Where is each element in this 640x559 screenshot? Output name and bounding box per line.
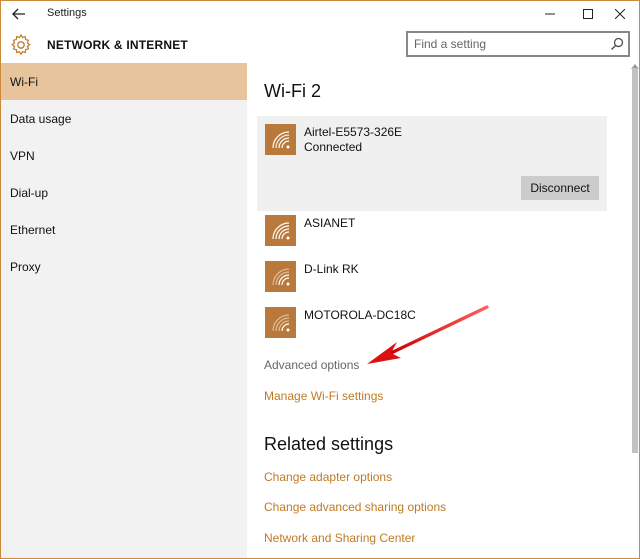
maximize-icon	[583, 9, 593, 19]
section-title: Wi-Fi 2	[264, 81, 321, 101]
wifi-signal-icon	[265, 261, 296, 292]
wifi-signal-icon	[265, 124, 296, 155]
network-sharing-center-link[interactable]: Network and Sharing Center	[264, 531, 415, 545]
sidebar-item-label: Data usage	[10, 111, 72, 126]
search-input[interactable]	[408, 37, 600, 51]
network-name: ASIANET	[304, 216, 356, 230]
minimize-icon	[545, 13, 555, 15]
network-item-asianet[interactable]: ASIANET	[265, 215, 355, 246]
close-button[interactable]	[605, 3, 635, 25]
sidebar-item-label: Wi-Fi	[10, 74, 38, 89]
sidebar-item-wifi[interactable]: Wi-Fi	[1, 63, 247, 100]
scrollbar[interactable]	[629, 63, 639, 558]
network-item-d-link[interactable]: D-Link RK	[265, 261, 359, 292]
sidebar-item-dial-up[interactable]: Dial-up	[1, 174, 247, 211]
network-name: Airtel-E5573-326E	[304, 125, 403, 139]
sidebar-item-data-usage[interactable]: Data usage	[1, 100, 247, 137]
title-bar: Settings	[1, 1, 639, 27]
page-title: NETWORK & INTERNET	[47, 38, 188, 52]
settings-window: Settings NETWORK & INTERNET Find a setti…	[0, 0, 640, 559]
disconnect-button[interactable]: Disconnect	[521, 176, 599, 200]
change-adapter-options-link[interactable]: Change adapter options	[264, 470, 392, 484]
maximize-button[interactable]	[573, 3, 603, 25]
wifi-signal-icon	[265, 215, 296, 246]
gear-icon	[11, 34, 31, 56]
annotation-arrow-icon	[367, 305, 489, 364]
sidebar-item-label: Ethernet	[10, 222, 56, 237]
network-status: Connected	[304, 140, 363, 154]
advanced-options-link[interactable]: Advanced options	[264, 358, 359, 372]
sidebar-item-proxy[interactable]: Proxy	[1, 248, 247, 285]
sidebar-item-label: VPN	[10, 148, 35, 163]
sidebar-item-ethernet[interactable]: Ethernet	[1, 211, 247, 248]
sidebar: Wi-Fi Data usage VPN Dial-up Ethernet Pr…	[1, 63, 247, 558]
settings-header: NETWORK & INTERNET	[1, 27, 639, 63]
back-arrow-icon	[12, 8, 25, 20]
sidebar-item-vpn[interactable]: VPN	[1, 137, 247, 174]
minimize-button[interactable]	[535, 3, 565, 25]
manage-wifi-settings-link[interactable]: Manage Wi-Fi settings	[264, 389, 383, 403]
connected-network-card[interactable]: Airtel-E5573-326E Connected Disconnect	[257, 116, 607, 211]
close-icon	[615, 9, 625, 19]
sidebar-item-label: Proxy	[10, 259, 41, 274]
related-settings-title: Related settings	[264, 434, 394, 454]
search-icon[interactable]	[610, 37, 624, 51]
network-row: Airtel-E5573-326E Connected	[265, 124, 402, 155]
window-title: Settings	[47, 7, 87, 19]
search-box[interactable]	[406, 31, 630, 57]
back-button[interactable]	[9, 5, 29, 23]
wifi-signal-icon	[265, 307, 296, 338]
change-sharing-options-link[interactable]: Change advanced sharing options	[264, 500, 446, 514]
sidebar-item-label: Dial-up	[10, 185, 49, 200]
network-name: D-Link RK	[304, 262, 359, 276]
scroll-thumb[interactable]	[632, 68, 638, 453]
